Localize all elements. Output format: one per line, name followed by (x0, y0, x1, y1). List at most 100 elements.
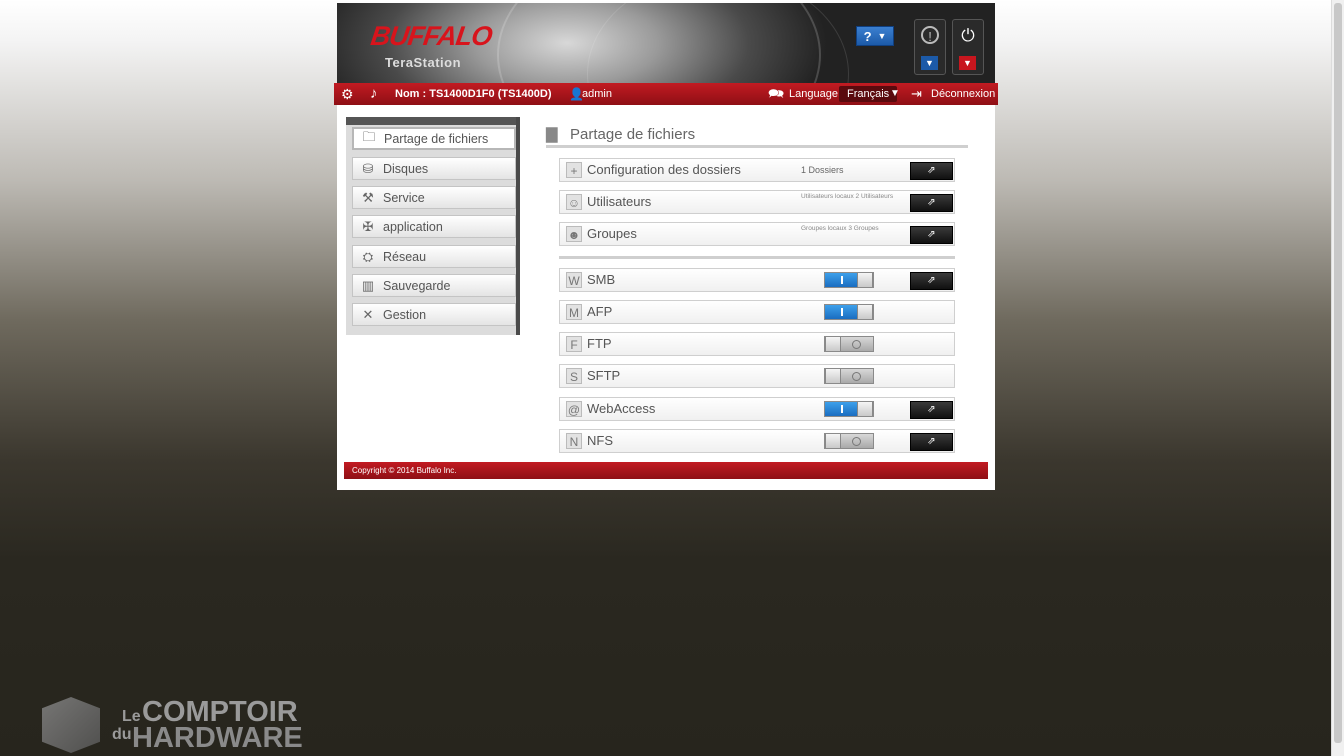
copyright-text: Copyright © 2014 Buffalo Inc. (352, 466, 457, 475)
afp-toggle[interactable] (824, 304, 874, 320)
sidebar-item-label: Gestion (383, 307, 427, 322)
nfs-icon: N (566, 433, 582, 449)
sidebar-item-service[interactable]: ⚒ Service (352, 186, 516, 209)
smb-icon: W (566, 272, 582, 288)
open-link-button[interactable]: ⇗ (910, 194, 953, 212)
logout-icon[interactable]: ⇥ (911, 83, 922, 105)
sidebar-item-sauvegarde[interactable]: ▥ Sauvegarde (352, 274, 516, 297)
sidebar-item-label: Partage de fichiers (384, 131, 489, 146)
power-button[interactable]: ⏻ ▼ (952, 19, 984, 75)
service-row-afp: M AFP (559, 300, 955, 324)
network-icon: ⛭ (362, 248, 374, 264)
row-label: Configuration des dossiers (587, 162, 741, 177)
webaccess-toggle[interactable] (824, 401, 874, 417)
page-scrollbar[interactable] (1331, 0, 1344, 756)
service-row-sftp: S SFTP (559, 364, 955, 388)
sidebar-item-reseau[interactable]: ⛭ Réseau (352, 245, 516, 268)
alert-dropdown-icon[interactable]: ▼ (921, 56, 938, 70)
watermark-hardware: HARDWARE (132, 722, 303, 754)
gear-icon[interactable]: ⚙ (341, 83, 354, 105)
sftp-toggle[interactable] (824, 368, 874, 384)
sidebar-top-edge (346, 117, 516, 125)
sidebar-item-label: Service (383, 190, 425, 205)
open-link-button[interactable]: ⇗ (910, 401, 953, 419)
row-configuration-dossiers: + Configuration des dossiers 1 Dossiers … (559, 158, 955, 182)
sidebar-item-label: Disques (383, 161, 429, 176)
row-label: SMB (587, 272, 616, 287)
webaccess-icon: @ (566, 401, 582, 417)
sidebar-item-gestion[interactable]: ✕ Gestion (352, 303, 516, 326)
power-icon: ⏻ (961, 26, 975, 45)
page-title-text: Partage de fichiers (570, 125, 696, 143)
sidebar-item-application[interactable]: ✠ application (352, 215, 516, 238)
help-button[interactable]: ? ▼ (856, 26, 894, 46)
folder-icon: ▇ (546, 126, 558, 143)
folder-icon: 🗀 (362, 128, 376, 144)
row-label: SFTP (587, 368, 621, 383)
chevron-down-icon[interactable]: ▼ (890, 83, 900, 105)
device-name: Nom : TS1400D1F0 (TS1400D) (395, 88, 552, 100)
disk-icon: ⛁ (362, 160, 374, 176)
smb-toggle[interactable] (824, 272, 874, 288)
ftp-toggle[interactable] (824, 336, 874, 352)
row-label: AFP (587, 304, 613, 319)
header-swirl-2 (587, 3, 849, 83)
username: admin (582, 88, 612, 100)
sftp-icon: S (566, 368, 582, 384)
top-bar: ⚙ ♪ Nom : TS1400D1F0 (TS1400D) 👤 admin 🗪… (334, 83, 998, 105)
chevron-down-icon: ▼ (877, 31, 887, 41)
group-icon: ☻ (566, 226, 582, 242)
open-link-button[interactable]: ⇗ (910, 162, 953, 180)
alert-icon: ! (915, 26, 945, 46)
sidebar-item-label: Réseau (383, 249, 427, 264)
row-info: Groupes locaux 3 Groupes (801, 225, 879, 232)
open-link-button[interactable]: ⇗ (910, 226, 953, 244)
row-label: Utilisateurs (587, 194, 652, 209)
header: BUFFALO TeraStation ? ▼ ! ▼ ⏻ ▼ (337, 3, 995, 83)
alert-status-button[interactable]: ! ▼ (914, 19, 946, 75)
page-title: ▇ Partage de fichiers (546, 123, 968, 148)
sidebar: 🗀 Partage de fichiers ⛁ Disques ⚒ Servic… (346, 117, 520, 335)
service-row-nfs: N NFS ⇗ (559, 429, 955, 453)
product-name: TeraStation (385, 55, 462, 70)
afp-icon: M (566, 304, 582, 320)
footer: Copyright © 2014 Buffalo Inc. (344, 462, 988, 479)
sidebar-item-label: application (383, 219, 443, 234)
nfs-toggle[interactable] (824, 433, 874, 449)
cube-icon (42, 697, 100, 753)
row-label: WebAccess (587, 401, 656, 416)
open-link-button[interactable]: ⇗ (910, 272, 953, 290)
language-label: Language (789, 88, 838, 100)
brand-logo: BUFFALO (368, 21, 494, 51)
service-icon: ⚒ (362, 189, 374, 205)
row-label: Groupes (587, 226, 637, 241)
folder-add-icon: + (566, 162, 582, 178)
section-divider (559, 256, 955, 259)
tools-icon: ✕ (362, 306, 374, 322)
row-info: 1 Dossiers (801, 165, 844, 175)
user-icon: ☺ (566, 194, 582, 210)
language-select[interactable]: Français (839, 86, 898, 102)
sidebar-item-disques[interactable]: ⛁ Disques (352, 157, 516, 180)
watermark-logo: Le du COMPTOIR HARDWARE (40, 696, 340, 756)
service-row-ftp: F FTP (559, 332, 955, 356)
service-row-smb: W SMB ⇗ (559, 268, 955, 292)
ftp-icon: F (566, 336, 582, 352)
service-row-webaccess: @ WebAccess ⇗ (559, 397, 955, 421)
sidebar-item-label: Sauvegarde (383, 278, 451, 293)
watermark-du: du (112, 726, 132, 743)
power-dropdown-icon[interactable]: ▼ (959, 56, 976, 70)
open-link-button[interactable]: ⇗ (910, 433, 953, 451)
application-icon: ✠ (362, 218, 374, 234)
row-label: NFS (587, 433, 613, 448)
help-icon: ? (863, 28, 872, 44)
language-icon: 🗪 (768, 86, 785, 101)
scrollbar-thumb[interactable] (1334, 3, 1342, 743)
backup-icon: ▥ (361, 277, 375, 293)
row-groupes: ☻ Groupes Groupes locaux 3 Groupes ⇗ (559, 222, 955, 246)
row-label: FTP (587, 336, 612, 351)
row-info: Utilisateurs locaux 2 Utilisateurs (801, 193, 894, 200)
sidebar-item-partage[interactable]: 🗀 Partage de fichiers (352, 127, 516, 150)
logout-link[interactable]: Déconnexion (931, 83, 995, 105)
music-note-icon[interactable]: ♪ (370, 83, 378, 105)
